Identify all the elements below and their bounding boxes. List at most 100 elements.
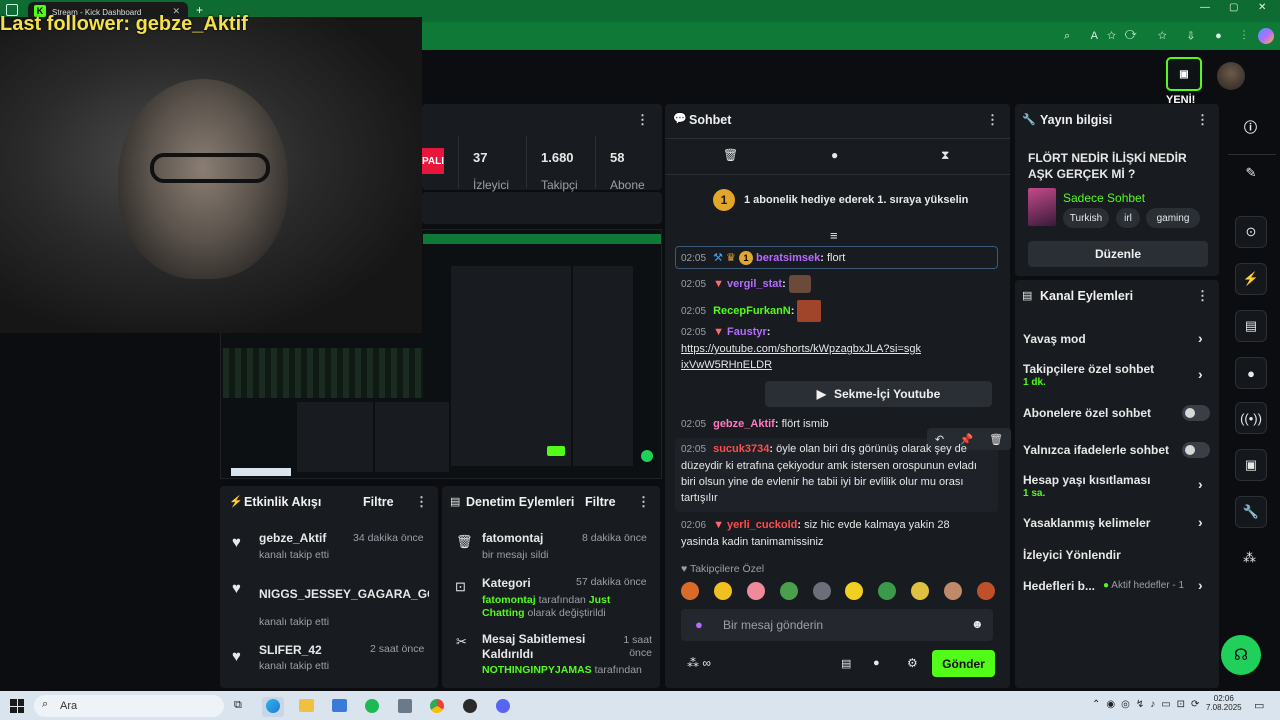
calculator-icon[interactable] [398, 699, 412, 713]
headset-support-icon[interactable]: ☊ [1221, 635, 1261, 675]
lightning-icon[interactable]: ⚡ [1235, 263, 1267, 295]
mic-icon[interactable]: ● [695, 617, 703, 632]
chat-link[interactable]: https://youtube.com/shorts/kWpzagbxJLA?s… [681, 341, 921, 373]
taskbar-clock[interactable]: 02:06 7.08.2025 [1206, 694, 1242, 712]
tag-chip[interactable]: irl [1116, 208, 1140, 228]
spotify-icon[interactable] [365, 699, 379, 713]
moderator-name[interactable]: NOTHINGINPYJAMAS [482, 664, 592, 676]
emote-9[interactable] [944, 582, 962, 600]
tag-chip[interactable]: Turkish [1063, 208, 1109, 228]
chat-username[interactable]: yerli_cuckold [727, 519, 797, 531]
emote-1[interactable] [681, 582, 699, 600]
send-button[interactable]: Gönder [932, 650, 995, 677]
notification-icon[interactable]: ▭ [1254, 699, 1264, 712]
chat-username[interactable]: sucuk3734 [713, 443, 769, 455]
account-age-label[interactable]: Hesap yaşı kısıtlaması [1023, 473, 1150, 487]
chat-message[interactable]: 02:05 RecepFurkanN: [681, 300, 822, 322]
apps-icon[interactable]: ⁂ [1243, 550, 1256, 566]
chat-username[interactable]: vergil_stat [727, 278, 782, 290]
activity-user[interactable]: SLIFER_42 [259, 643, 322, 657]
activity-user[interactable]: gebze_Aktif [259, 531, 326, 545]
banned-words-label[interactable]: Yasaklanmış kelimeler [1023, 516, 1150, 530]
taskbar-search-box[interactable]: ⌕ Ara [34, 695, 224, 717]
chat-input[interactable]: Bir mesaj gönderin [723, 618, 823, 632]
discord-icon[interactable] [496, 699, 510, 713]
activity-filter-button[interactable]: Filtre [363, 495, 394, 509]
activity-user[interactable]: NIGGS_JESSEY_GAGARA_GO( [259, 587, 429, 601]
chat-message[interactable]: 02:05 sucuk3734: öyle olan biri dış görü… [681, 441, 991, 506]
chat-tools-icon[interactable]: ⁂ ∞ [687, 656, 711, 670]
chevron-right-icon[interactable]: › [1198, 476, 1203, 492]
chevron-right-icon[interactable]: › [1198, 514, 1203, 530]
chat-message[interactable]: 02:06 ▼ yerli_cuckold: siz hic evde kalm… [681, 517, 981, 550]
sub-promo-text[interactable]: 1 abonelik hediye ederek 1. sıraya yükse… [744, 194, 968, 206]
stream-info-more-icon[interactable]: ⋮ [1196, 112, 1209, 128]
chat-username[interactable]: RecepFurkanN [713, 305, 791, 317]
wrench-icon[interactable]: 🔧 [1235, 496, 1267, 528]
windows-start-icon[interactable] [10, 699, 24, 713]
chevron-right-icon[interactable]: › [1198, 577, 1203, 593]
system-tray-icons[interactable]: ⌃◉◎↯♪▭⊡⟳ [1092, 699, 1205, 710]
new-feature-icon[interactable]: ▣ [1166, 57, 1202, 91]
chat-message[interactable]: 02:05 ⚒ ♛ 1 beratsimsek: flort [681, 250, 845, 267]
chat-bubble-icon[interactable]: ● [831, 148, 838, 162]
emote-2[interactable] [713, 582, 732, 600]
chat-input-box[interactable]: ● Bir mesaj gönderin ☻ [681, 609, 993, 641]
obs-icon[interactable] [463, 699, 477, 713]
tag-chip[interactable]: gaming [1146, 208, 1200, 228]
info-icon[interactable]: ⓘ [1244, 117, 1257, 136]
chat-message[interactable]: 02:05 ▼ vergil_stat: [681, 275, 811, 293]
document-icon[interactable]: ▤ [1235, 310, 1267, 342]
stats-more-icon[interactable]: ⋮ [636, 112, 649, 128]
emote-6[interactable] [845, 582, 864, 600]
edit-stream-button[interactable]: Düzenle [1028, 241, 1208, 267]
mod-more-icon[interactable]: ⋮ [637, 494, 650, 510]
chat-username[interactable]: beratsimsek [756, 252, 820, 264]
emote-7[interactable] [878, 582, 897, 600]
chat-username[interactable]: gebze_Aktif [713, 418, 775, 430]
trash-icon[interactable]: 🗑 [723, 148, 738, 162]
emote-5[interactable] [812, 582, 831, 600]
layout-icon[interactable]: ▣ [1235, 449, 1267, 481]
close-window-button[interactable]: ✕ [1258, 2, 1266, 13]
hourglass-icon[interactable]: ⧗ [941, 148, 949, 163]
emote-10[interactable] [976, 582, 995, 600]
settings-gear-icon[interactable]: ⚙ [907, 656, 918, 670]
chat-bubble-icon[interactable]: ● [873, 657, 880, 669]
chat-more-icon[interactable]: ⋮ [986, 112, 999, 128]
emote-8[interactable] [911, 582, 930, 600]
goals-label[interactable]: Hedefleri b... [1023, 579, 1095, 593]
user-avatar[interactable] [1217, 62, 1245, 90]
chat-bubble-icon[interactable]: ● [1235, 357, 1267, 389]
list-icon[interactable]: ▤ [841, 657, 851, 670]
category-name[interactable]: Sadece Sohbet [1063, 191, 1145, 205]
raid-label[interactable]: İzleyici Yönlendir [1023, 548, 1121, 562]
chevron-right-icon[interactable]: › [1198, 366, 1203, 382]
chevron-right-icon[interactable]: › [1198, 330, 1203, 346]
pinned-icon[interactable]: ≡ [830, 228, 838, 243]
mod-filter-button[interactable]: Filtre [585, 495, 616, 509]
mod-action-user[interactable]: fatomontaj [482, 531, 543, 545]
minimize-button[interactable]: — [1200, 2, 1210, 13]
slow-mode-label[interactable]: Yavaş mod [1023, 332, 1086, 346]
toolbar-icons[interactable]: ⌕ A☆⟳ ☆ ⇩ ● ⋮ [1064, 30, 1255, 43]
chat-username[interactable]: Faustyr [727, 326, 767, 338]
emote-4[interactable] [779, 582, 798, 600]
emote-3[interactable] [746, 582, 765, 600]
store-icon[interactable] [332, 699, 347, 712]
subs-only-toggle[interactable] [1182, 405, 1210, 421]
emote-only-toggle[interactable] [1182, 442, 1210, 458]
edit-icon[interactable]: ✎ [1235, 157, 1267, 189]
chat-message[interactable]: 02:05 ▼ Faustyr: [681, 324, 1001, 341]
copilot-icon[interactable] [1258, 28, 1274, 44]
camera-icon[interactable]: ⊙ [1235, 216, 1267, 248]
search-input[interactable]: Ara [60, 700, 77, 712]
emoji-icon[interactable]: ☻ [971, 617, 984, 631]
delete-icon[interactable]: 🗑 [989, 433, 1003, 446]
broadcast-icon[interactable]: ((•)) [1235, 402, 1267, 434]
activity-more-icon[interactable]: ⋮ [415, 494, 428, 510]
channel-actions-more-icon[interactable]: ⋮ [1196, 288, 1209, 304]
followers-only-label[interactable]: Takipçilere özel sohbet [1023, 362, 1154, 376]
task-view-icon[interactable]: ⧉ [234, 699, 242, 712]
chrome-icon[interactable] [430, 699, 444, 713]
